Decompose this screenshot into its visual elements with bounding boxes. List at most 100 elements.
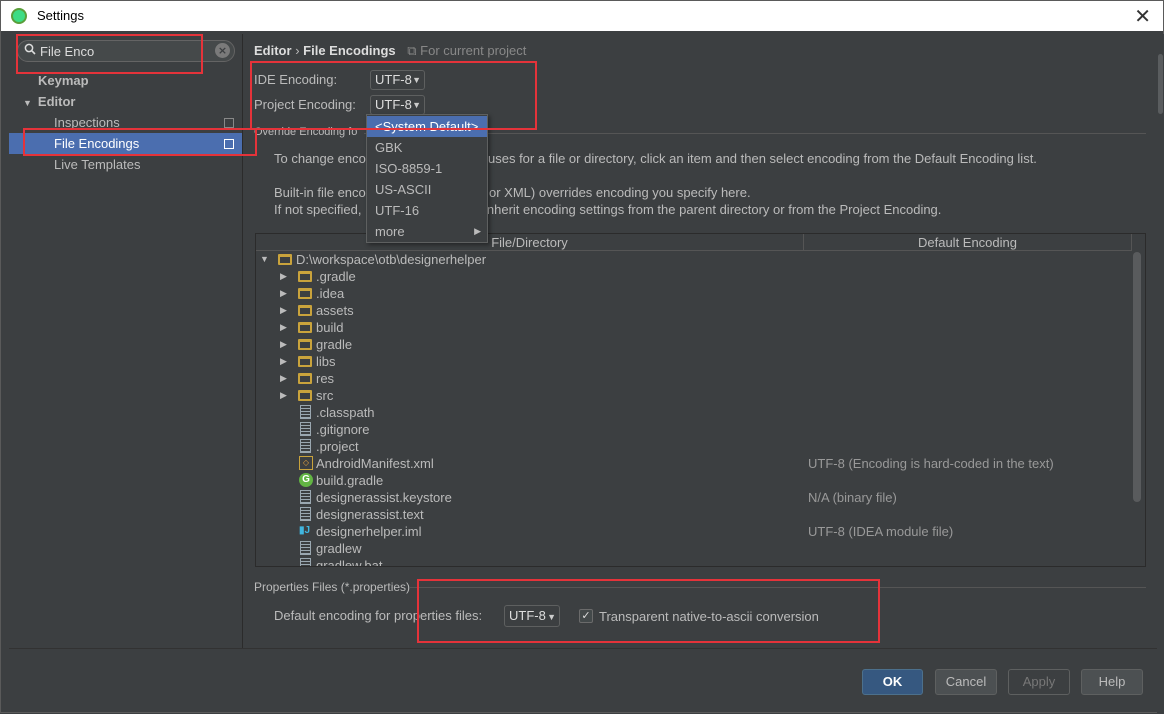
chevron-right-icon[interactable]: ▶ (280, 302, 287, 319)
table-scrollbar[interactable] (1133, 252, 1141, 502)
table-row[interactable]: ▶ res (256, 370, 1132, 387)
dropdown-option-more[interactable]: more ▶ (367, 221, 487, 242)
table-row[interactable]: ▮J designerhelper.iml UTF-8 (IDEA module… (256, 523, 1132, 540)
settings-window: Settings ✕ File Enco × Keymap ▼ Editor In… (0, 0, 1164, 714)
highlight-box-properties (417, 579, 880, 643)
encoding-dropdown: <System Default> GBK ISO-8859-1 US-ASCII… (366, 114, 488, 243)
breadcrumb-current: File Encodings (303, 43, 396, 58)
file-icon (300, 422, 311, 436)
properties-section-label: Properties Files (*.properties) (254, 580, 411, 594)
table-row[interactable]: ▶ gradle (256, 336, 1132, 353)
highlight-box-search (16, 34, 203, 74)
scrollbar-thumb[interactable] (1158, 54, 1163, 114)
folder-icon (298, 390, 312, 401)
row-name: designerassist.keystore (316, 490, 452, 505)
more-label: more (375, 224, 405, 239)
description-line-3b: inherit encoding settings from the paren… (484, 202, 942, 217)
sidebar: File Enco × Keymap ▼ Editor Inspections F… (9, 34, 243, 648)
folder-icon (298, 339, 312, 350)
dropdown-option-gbk[interactable]: GBK (367, 137, 487, 158)
breadcrumb-separator: › (295, 43, 300, 58)
table-row[interactable]: ▶ .gradle (256, 268, 1132, 285)
folder-icon (298, 305, 312, 316)
row-name: .idea (316, 286, 345, 301)
table-row[interactable]: ▶ assets (256, 302, 1132, 319)
clear-search-icon[interactable]: × (215, 43, 230, 58)
row-name: .classpath (316, 405, 375, 420)
table-row[interactable]: designerassist.text (256, 506, 1132, 523)
sidebar-item-label: Editor (37, 94, 76, 109)
gradle-file-icon: G (299, 473, 313, 487)
chevron-right-icon[interactable]: ▶ (280, 285, 287, 302)
row-name: gradlew.bat (316, 558, 383, 567)
row-encoding: UTF-8 (IDEA module file) (808, 524, 954, 539)
apply-button[interactable]: Apply (1008, 669, 1070, 695)
row-name: res (316, 371, 335, 386)
row-name: .gitignore (316, 422, 370, 437)
chevron-right-icon[interactable]: ▶ (280, 336, 287, 353)
project-scope-icon: ⧉ (407, 43, 417, 58)
dropdown-option-iso-8859-1[interactable]: ISO-8859-1 (367, 158, 487, 179)
chevron-right-icon[interactable]: ▶ (280, 387, 287, 404)
dropdown-option-us-ascii[interactable]: US-ASCII (367, 179, 487, 200)
table-row[interactable]: ▶ build (256, 319, 1132, 336)
table-row[interactable]: .project (256, 438, 1132, 455)
row-encoding: UTF-8 (Encoding is hard-coded in the tex… (808, 456, 1054, 471)
column-header-encoding[interactable]: Default Encoding (804, 234, 1132, 251)
chevron-down-icon[interactable]: ▼ (23, 98, 32, 108)
window-title: Settings (37, 8, 84, 23)
folder-icon (298, 356, 312, 367)
cancel-button[interactable]: Cancel (935, 669, 997, 695)
project-scope-icon (224, 118, 234, 128)
window-scrollbar[interactable] (1157, 34, 1164, 714)
sidebar-item-label: Live Templates (54, 157, 141, 172)
row-name: AndroidManifest.xml (316, 456, 434, 471)
row-name: .gradle (316, 269, 356, 284)
row-name: build.gradle (316, 473, 384, 488)
breadcrumb-scope: For current project (420, 43, 527, 58)
description-line-2a: Built-in file enco (274, 185, 366, 200)
row-name: src (316, 388, 334, 403)
table-row[interactable]: ▶ libs (256, 353, 1132, 370)
chevron-right-icon: ▶ (474, 226, 481, 236)
row-name: assets (316, 303, 354, 318)
row-name: gradle (316, 337, 353, 352)
folder-icon (298, 271, 312, 282)
chevron-right-icon[interactable]: ▶ (280, 353, 287, 370)
folder-icon (298, 288, 312, 299)
sidebar-item-editor[interactable]: ▼ Editor (23, 91, 213, 112)
row-encoding: N/A (binary file) (808, 490, 897, 505)
column-header-file[interactable]: File/Directory (256, 234, 804, 251)
chevron-right-icon[interactable]: ▶ (280, 268, 287, 285)
table-row[interactable]: .classpath (256, 404, 1132, 421)
table-row[interactable]: ▶ src (256, 387, 1132, 404)
table-row[interactable]: ◇ AndroidManifest.xml UTF-8 (Encoding is… (256, 455, 1132, 472)
table-row[interactable]: ▶ .idea (256, 285, 1132, 302)
ok-button[interactable]: OK (862, 669, 923, 695)
highlight-box-encodings (250, 61, 537, 130)
table-row[interactable]: G build.gradle (256, 472, 1132, 489)
chevron-right-icon[interactable]: ▶ (280, 370, 287, 387)
chevron-down-icon[interactable]: ▼ (260, 251, 269, 268)
close-icon[interactable]: ✕ (1134, 4, 1151, 28)
highlight-box-file-encodings (23, 128, 257, 156)
table-row[interactable]: ▼ D:\workspace\otb\designerhelper (256, 251, 1132, 268)
breadcrumb-parent: Editor (254, 43, 292, 58)
dialog-footer: OK Cancel Apply Help (9, 648, 1157, 706)
row-name: .project (316, 439, 359, 454)
description-line-3a: If not specified, (274, 202, 362, 217)
row-name: build (316, 320, 344, 335)
table-row[interactable]: gradlew.bat (256, 557, 1132, 567)
help-button[interactable]: Help (1081, 669, 1143, 695)
chevron-right-icon[interactable]: ▶ (280, 319, 287, 336)
dropdown-option-utf-16[interactable]: UTF-16 (367, 200, 487, 221)
file-icon (300, 558, 311, 566)
table-row[interactable]: .gitignore (256, 421, 1132, 438)
table-row[interactable]: designerassist.keystore N/A (binary file… (256, 489, 1132, 506)
module-file-icon: ▮J (299, 524, 313, 538)
sidebar-item-live-templates[interactable]: Live Templates (9, 154, 242, 175)
row-name: libs (316, 354, 336, 369)
description-line-1b: uses for a file or directory, click an i… (488, 151, 1037, 166)
table-row[interactable]: gradlew (256, 540, 1132, 557)
description-line-2b: or XML) overrides encoding you specify h… (489, 185, 751, 200)
